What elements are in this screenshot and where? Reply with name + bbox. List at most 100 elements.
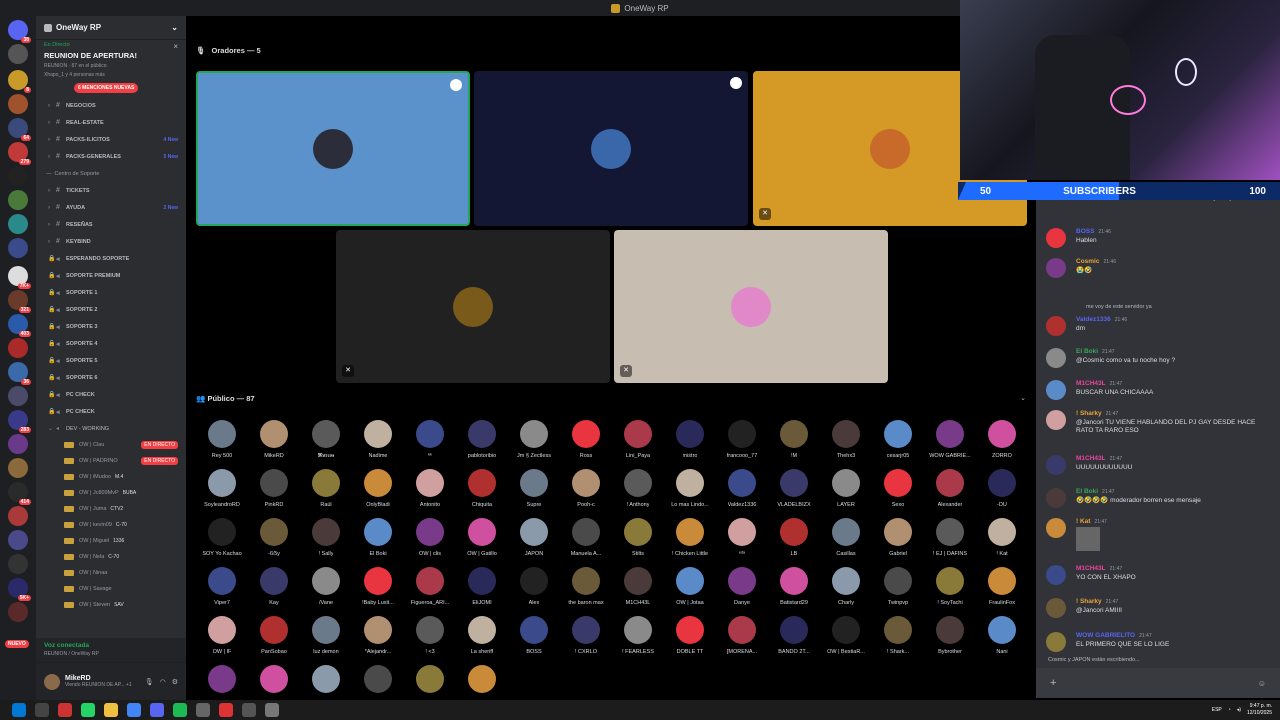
server-icon[interactable] — [8, 554, 28, 574]
channel-item[interactable]: 🔒 ◂ SOPORTE 5 — [36, 352, 186, 369]
audience-member[interactable]: Casillas — [820, 518, 872, 564]
audience-member[interactable]: Charly — [820, 567, 872, 613]
audience-member[interactable]: OW | BestiaR... — [820, 616, 872, 662]
audience-member[interactable]: ! Kat — [976, 518, 1028, 564]
discord-icon[interactable] — [150, 703, 164, 717]
audience-member[interactable]: OnlyBladi — [352, 469, 404, 515]
audience-member[interactable]: PinkRD — [248, 469, 300, 515]
audience-member[interactable]: *Alejandr... — [352, 616, 404, 662]
channel-item[interactable]: 🔒 ◂ PC CHECK — [36, 403, 186, 420]
audience-member[interactable]: M1CH43L — [612, 567, 664, 613]
channel-item[interactable]: › # PACKS-GENERALES 5 New — [36, 148, 186, 165]
server-icon[interactable] — [8, 530, 28, 550]
audience-member[interactable]: Viper7 — [196, 567, 248, 613]
server-icon[interactable] — [8, 506, 28, 526]
channel-item[interactable]: 🔒 ◂ SOPORTE 2 — [36, 301, 186, 318]
channel-item[interactable]: 🔒 ◂ SOPORTE 1 — [36, 284, 186, 301]
avatar[interactable] — [1046, 565, 1066, 585]
channel-item[interactable]: 🔒 ◂ SOPORTE PREMIUM — [36, 267, 186, 284]
chevron-down-icon[interactable]: ⌄ — [171, 23, 178, 32]
message-author[interactable]: El Boki — [1076, 488, 1098, 495]
channel-item[interactable]: › # RESEÑAS — [36, 216, 186, 233]
message-author[interactable]: Valdez1336 — [1076, 316, 1111, 323]
avatar[interactable] — [1046, 316, 1066, 336]
chat-input[interactable]: + ☺ — [1036, 668, 1280, 698]
audience-member[interactable]: LAYER — [820, 469, 872, 515]
app-icon[interactable] — [58, 703, 72, 717]
message-author[interactable]: WOW GABRIELITO — [1076, 632, 1135, 639]
audience-member[interactable]: cesarjr05 — [872, 420, 924, 466]
audience-member[interactable]: BANDO 2T... — [768, 616, 820, 662]
audience-member[interactable]: Valdez1336 — [716, 469, 768, 515]
channel-item[interactable]: 🔒 ◂ PC CHECK — [36, 386, 186, 403]
clock[interactable]: 9:47 p. m. 12/10/2025 — [1247, 703, 1272, 717]
audience-member[interactable]: Rey 500 — [196, 420, 248, 466]
audience-member[interactable]: Twinpvp — [872, 567, 924, 613]
audience-member[interactable]: OW | IF — [196, 616, 248, 662]
audience-member[interactable]: JAPON — [508, 518, 560, 564]
channel-item[interactable]: 🔒 ◂ SOPORTE 6 — [36, 369, 186, 386]
voice-user[interactable]: OW | iMudoo M.4 — [36, 469, 186, 485]
audience-member[interactable]: Chiquita — [456, 469, 508, 515]
chrome-icon[interactable] — [127, 703, 141, 717]
audience-member[interactable]: ! Anthony — [612, 469, 664, 515]
audience-member[interactable]: Supre — [508, 469, 560, 515]
app-icon[interactable] — [196, 703, 210, 717]
audience-member[interactable]: Antonito — [404, 469, 456, 515]
voice-user[interactable]: OW | Juma CTV2 — [36, 501, 186, 517]
voice-channel-dev[interactable]: ⌄ ◂ DEV - WORKING — [36, 420, 186, 437]
server-icon[interactable] — [8, 190, 28, 210]
audience-member[interactable]: Batistard29 — [768, 567, 820, 613]
server-icon[interactable]: 8 — [8, 70, 31, 93]
audience-member[interactable]: LB — [768, 518, 820, 564]
speaker-tile[interactable]: ✕ — [614, 230, 888, 383]
audience-member[interactable]: EliJOMI — [456, 567, 508, 613]
gear-icon[interactable]: ⚙ — [172, 678, 178, 686]
server-icon[interactable]: 5K+ — [8, 578, 31, 601]
audience-member[interactable]: Figueroa_ARI... — [404, 567, 456, 613]
audience-member[interactable]: 𝕸𝖆𝖗𝖈𝖔𝖘 — [300, 420, 352, 466]
avatar[interactable] — [1046, 410, 1066, 430]
channel-item[interactable]: › # TICKETS — [36, 182, 186, 199]
settings-icon[interactable] — [730, 77, 742, 89]
audience-member[interactable]: Gabriel — [872, 518, 924, 564]
audience-member[interactable]: MikeRD — [248, 420, 300, 466]
volume-icon[interactable]: ◂) — [1237, 707, 1241, 713]
audience-member[interactable]: ! CXRLO — [560, 616, 612, 662]
audience-member[interactable]: PanSobao — [248, 616, 300, 662]
audience-member[interactable]: Ross — [560, 420, 612, 466]
audience-member[interactable]: Nani — [976, 616, 1028, 662]
channel-item[interactable]: › # PACKS-ILICITOS 4 New — [36, 131, 186, 148]
audience-member[interactable]: mistro — [664, 420, 716, 466]
avatar[interactable] — [44, 673, 60, 690]
emoji-icon[interactable]: ☺ — [1258, 679, 1266, 688]
server-icon[interactable]: 283 — [8, 410, 31, 433]
headphones-icon[interactable]: ◠ — [160, 678, 166, 686]
audience-member[interactable]: ZORRO — [976, 420, 1028, 466]
server-icon[interactable] — [8, 602, 28, 622]
message-author[interactable]: M1CH43L — [1076, 455, 1106, 462]
voice-user[interactable]: OW | kevin09 C-70 — [36, 517, 186, 533]
voice-user[interactable]: OW | Ninaa — [36, 565, 186, 581]
audience-member[interactable]: ! <3 — [404, 616, 456, 662]
audience-member[interactable]: ! SoyTachi — [924, 567, 976, 613]
avatar[interactable] — [1046, 455, 1066, 475]
channel-item[interactable]: 🔒 ◂ SOPORTE 4 — [36, 335, 186, 352]
audience-member[interactable]: BOSS — [508, 616, 560, 662]
channel-item[interactable]: › # REAL-ESTATE — [36, 114, 186, 131]
add-attachment-icon[interactable]: + — [1050, 677, 1056, 689]
chevron-down-icon[interactable]: ⌄ — [1020, 394, 1026, 402]
audience-member[interactable]: -DU — [976, 469, 1028, 515]
voice-user[interactable]: OW | PADRINO EN DIRECTO — [36, 453, 186, 469]
speaker-tile[interactable] — [196, 71, 470, 226]
server-icon[interactable]: 403 — [8, 314, 31, 337]
audience-member[interactable]: Alexander — [924, 469, 976, 515]
live-event-card[interactable]: En Directo REUNION DE APERTURA! REUNION … — [36, 40, 186, 80]
close-icon[interactable]: × — [173, 42, 178, 51]
start-icon[interactable] — [12, 703, 26, 717]
voice-user[interactable]: OW | Jc809MvP BUBA — [36, 485, 186, 501]
message-author[interactable]: El Boki — [1076, 348, 1098, 355]
audience-member[interactable]: ! Shark... — [872, 616, 924, 662]
server-icon[interactable] — [8, 238, 28, 258]
server-icon[interactable] — [8, 386, 28, 406]
